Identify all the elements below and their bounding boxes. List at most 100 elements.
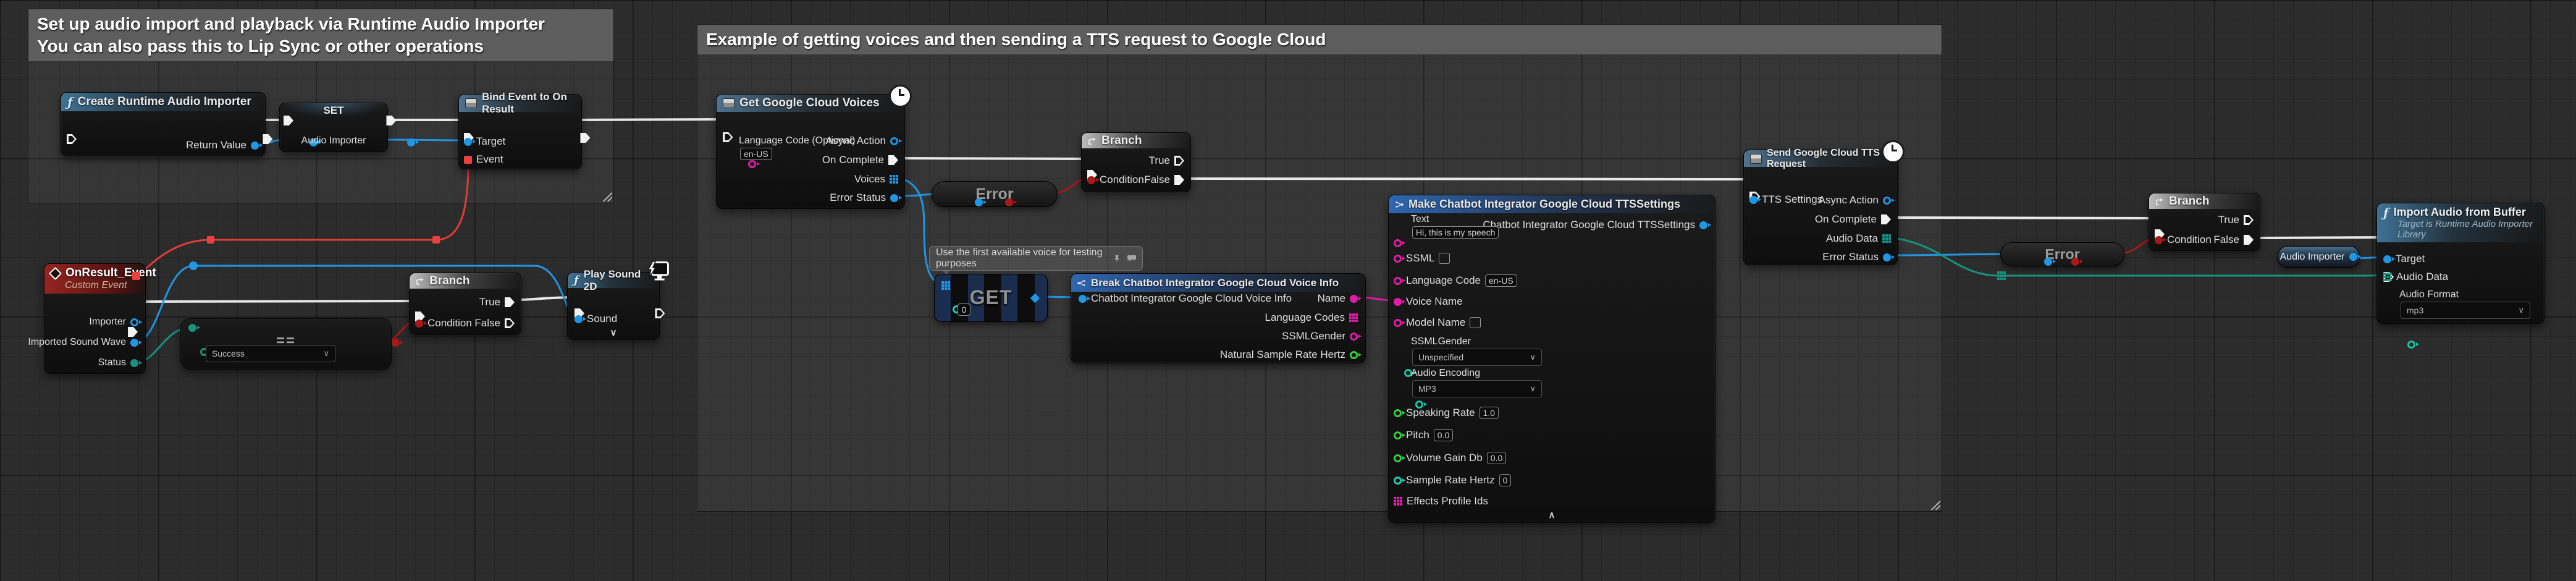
true-exec-pin[interactable]: [1174, 156, 1184, 166]
ssml-pin[interactable]: [1394, 255, 1402, 263]
node-create-runtime-audio-importer[interactable]: ƒ Create Runtime Audio Importer Return V…: [61, 92, 266, 156]
language-code-field[interactable]: en-US: [1485, 274, 1517, 287]
exec-out-pin[interactable]: [128, 327, 138, 337]
condition-pin[interactable]: [415, 320, 423, 328]
async-action-pin[interactable]: [890, 137, 898, 145]
pitch-pin[interactable]: [1394, 431, 1402, 439]
language-code-pin[interactable]: [748, 160, 756, 168]
event-delegate-out-pin[interactable]: [132, 272, 140, 280]
target-pin[interactable]: [2383, 255, 2391, 263]
tts-settings-out-pin[interactable]: [1699, 221, 1707, 229]
imported-sound-wave-pin[interactable]: [130, 339, 138, 347]
speaking-rate-field[interactable]: 1.0: [1480, 407, 1499, 419]
speaking-rate-pin[interactable]: [1394, 409, 1402, 417]
comment-resize-handle[interactable]: [602, 191, 612, 201]
node-equal-enum[interactable]: == Success ∨: [180, 318, 392, 370]
node-comment-bubble[interactable]: Use the first available voice for testin…: [929, 246, 1143, 271]
node-branch-1[interactable]: Branch True Condition False: [409, 273, 521, 335]
array-in-pin[interactable]: [941, 281, 950, 290]
node-get-google-cloud-voices[interactable]: Get Google Cloud Voices Language Code (O…: [716, 94, 905, 209]
node-error-collapsed-2[interactable]: Error: [2000, 242, 2124, 266]
node-error-collapsed-1[interactable]: Error: [932, 181, 1058, 207]
index-field[interactable]: 0: [958, 303, 970, 316]
ssml-gender-dropdown[interactable]: Unspecified ∨: [1412, 349, 1542, 366]
error-in-pin[interactable]: [2044, 258, 2052, 266]
language-code-pin[interactable]: [1394, 277, 1402, 285]
on-complete-exec-pin[interactable]: [1881, 214, 1891, 224]
exec-out-pin[interactable]: [723, 132, 733, 142]
text-pin[interactable]: [1394, 239, 1402, 247]
model-name-pin[interactable]: [1394, 319, 1402, 327]
condition-pin[interactable]: [1087, 176, 1095, 184]
blueprint-graph-canvas[interactable]: Set up audio import and playback via Run…: [0, 0, 2576, 581]
equal-input-a-pin[interactable]: [188, 324, 196, 332]
error-status-pin[interactable]: [1883, 253, 1891, 261]
audio-data-array-pin[interactable]: [1882, 234, 1891, 243]
node-break-voice-info[interactable]: Break Chatbot Integrator Google Cloud Vo…: [1071, 273, 1366, 363]
exec-out-pin[interactable]: [580, 133, 590, 143]
node-array-get[interactable]: GET 0: [934, 274, 1048, 322]
false-exec-pin[interactable]: [505, 318, 515, 328]
node-audio-importer-variable[interactable]: Audio Importer: [2278, 246, 2360, 268]
pin-icon[interactable]: [1113, 255, 1121, 262]
audio-format-pin[interactable]: [2407, 341, 2415, 349]
ssml-checkbox[interactable]: [1439, 253, 1450, 264]
node-bind-event-to-on-result[interactable]: Bind Event to On Result Target Event: [458, 94, 582, 169]
false-exec-pin[interactable]: [2244, 235, 2254, 245]
text-field[interactable]: Hi, this is my speech: [1412, 226, 1499, 239]
enum-value-dropdown[interactable]: Success ∨: [206, 345, 335, 362]
expand-chevron-icon[interactable]: ∨: [610, 327, 617, 338]
false-exec-pin[interactable]: [1174, 175, 1184, 185]
error-out-pin[interactable]: [2071, 258, 2079, 266]
target-pin[interactable]: [464, 138, 472, 146]
ssml-gender-pin[interactable]: [1350, 333, 1358, 341]
node-branch-2[interactable]: Branch True Condition False: [1081, 132, 1191, 192]
node-branch-3[interactable]: Branch True Condition False: [2149, 193, 2260, 251]
return-value-pin[interactable]: [251, 142, 259, 150]
equal-result-pin[interactable]: [392, 339, 400, 347]
variable-out-pin[interactable]: [2349, 253, 2357, 261]
collapse-chevron-icon[interactable]: ∧: [1549, 509, 1555, 520]
node-onresult-custom-event[interactable]: OnResult_Event Custom Event Importer Imp…: [44, 263, 146, 374]
tts-settings-pin[interactable]: [1749, 196, 1757, 204]
voice-info-in-pin[interactable]: [1079, 295, 1087, 303]
model-name-field[interactable]: [1470, 317, 1481, 328]
status-pin[interactable]: [130, 359, 138, 367]
node-make-tts-settings[interactable]: Make Chatbot Integrator Google Cloud TTS…: [1388, 195, 1715, 523]
error-out-pin[interactable]: [1005, 198, 1013, 206]
async-action-pin[interactable]: [1883, 197, 1891, 205]
comment-resize-handle[interactable]: [1930, 499, 1940, 510]
condition-pin[interactable]: [2155, 236, 2163, 244]
volume-gain-pin[interactable]: [1394, 454, 1402, 462]
true-exec-pin[interactable]: [2244, 215, 2254, 225]
on-complete-exec-pin[interactable]: [888, 155, 898, 165]
exec-out-pin[interactable]: [655, 308, 665, 318]
exec-in-pin[interactable]: [284, 116, 293, 125]
comment-bubble-icon[interactable]: [1127, 255, 1136, 262]
language-codes-array-pin[interactable]: [1349, 313, 1358, 322]
node-play-sound-2d[interactable]: ƒ Play Sound 2D Sound ∨: [567, 272, 660, 340]
sound-pin[interactable]: [575, 315, 583, 323]
sample-rate-field[interactable]: 0: [1499, 474, 1512, 486]
exec-out-pin[interactable]: [263, 134, 272, 144]
event-delegate-pin[interactable]: [464, 156, 472, 164]
voice-name-pin[interactable]: [1394, 298, 1402, 306]
node-set-audio-importer[interactable]: SET Audio Importer: [279, 103, 388, 152]
pitch-field[interactable]: 0.0: [1434, 429, 1453, 441]
exec-in-pin[interactable]: [67, 134, 77, 144]
effects-profile-array-pin[interactable]: [1394, 497, 1402, 506]
language-code-field[interactable]: en-US: [740, 148, 772, 160]
importer-pin[interactable]: [130, 318, 138, 326]
volume-gain-field[interactable]: 0.0: [1487, 452, 1506, 464]
true-exec-pin[interactable]: [505, 297, 515, 307]
error-status-pin[interactable]: [890, 194, 898, 202]
name-pin[interactable]: [1350, 295, 1358, 303]
audio-format-dropdown[interactable]: mp3 ∨: [2401, 302, 2530, 319]
audio-data-array-pin[interactable]: [2383, 273, 2392, 281]
exec-out-pin[interactable]: [386, 116, 396, 125]
natural-sample-rate-pin[interactable]: [1350, 351, 1358, 359]
node-import-audio-from-buffer[interactable]: ƒ Import Audio from Buffer Target is Run…: [2376, 203, 2544, 324]
voices-array-pin[interactable]: [890, 175, 898, 184]
element-out-pin[interactable]: [1030, 294, 1040, 303]
audio-encoding-dropdown[interactable]: MP3 ∨: [1412, 380, 1542, 397]
